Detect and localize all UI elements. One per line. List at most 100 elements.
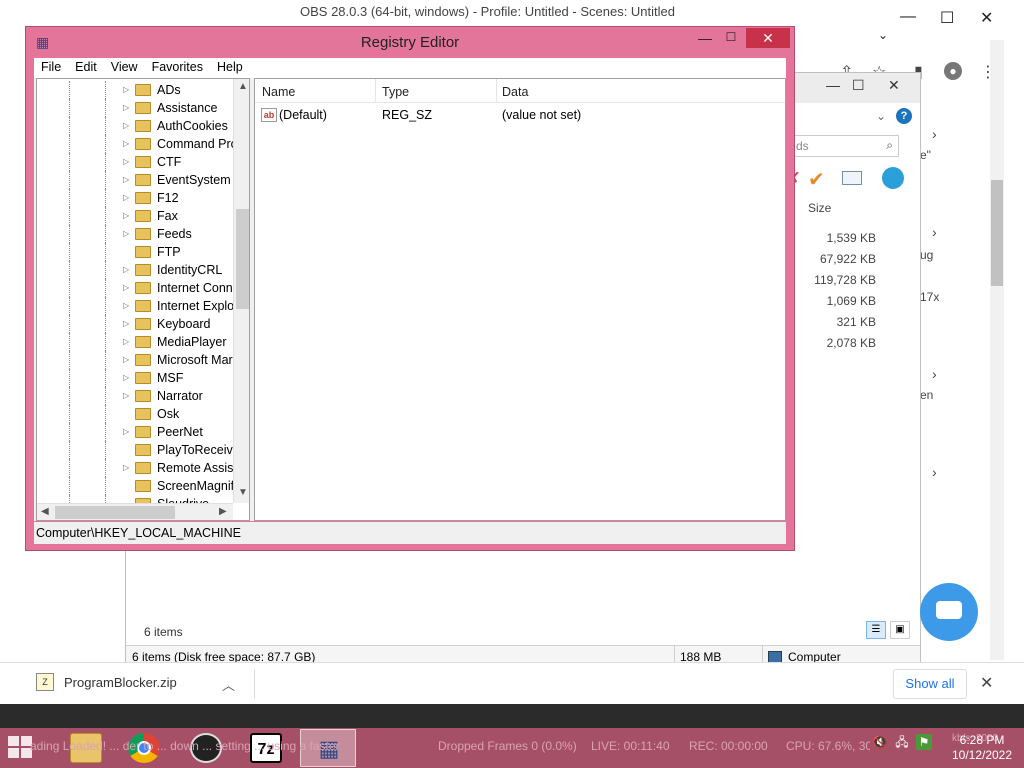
tree-guide-line [69, 81, 70, 99]
expand-arrow-icon[interactable]: ▷ [123, 157, 129, 166]
expand-arrow-icon[interactable]: ▷ [123, 229, 129, 238]
size-column-header[interactable]: Size [808, 201, 831, 215]
expand-arrow-icon[interactable]: ▷ [123, 391, 129, 400]
expand-arrow-icon[interactable]: ▷ [123, 373, 129, 382]
explorer-maximize-icon[interactable]: ☐ [852, 77, 865, 94]
tree-node[interactable]: ▷ MediaPlayer [37, 333, 235, 351]
details-view-icon[interactable]: ☰ [866, 621, 886, 639]
menu-favorites[interactable]: Favorites [145, 58, 210, 78]
globe-icon[interactable] [882, 167, 904, 189]
tree-scroll-thumb[interactable] [236, 209, 249, 309]
expand-arrow-icon[interactable]: ▷ [123, 355, 129, 364]
tree-node[interactable]: ▷ CTF [37, 153, 235, 171]
maximize-icon[interactable]: ☐ [940, 8, 954, 28]
close-button[interactable]: ✕ [746, 28, 790, 48]
profile-avatar[interactable]: ● [944, 62, 962, 80]
help-icon[interactable]: ? [896, 108, 912, 124]
scroll-left-icon[interactable]: ◀ [41, 506, 49, 517]
taskbar-clock[interactable]: 6:28 PM 10/12/2022 [944, 733, 1020, 763]
chat-button[interactable] [920, 583, 978, 641]
column-divider[interactable] [496, 79, 497, 103]
action-center-icon[interactable]: ⚑ [916, 734, 932, 750]
tree-node[interactable]: ▷ PeerNet [37, 423, 235, 441]
chevron-down-icon[interactable]: ⌄ [876, 109, 886, 123]
expand-arrow-icon[interactable]: ▷ [123, 121, 129, 130]
tree-node[interactable]: ▷ Assistance [37, 99, 235, 117]
chevron-right-icon[interactable]: › [932, 126, 937, 142]
scroll-down-icon[interactable]: ▼ [238, 487, 248, 498]
tree-node[interactable]: ▷ MSF [37, 369, 235, 387]
minimize-button[interactable]: — [692, 30, 718, 50]
tree-node[interactable]: ▷ Internet Explor [37, 297, 238, 315]
expand-arrow-icon[interactable]: ▷ [123, 175, 129, 184]
minimize-icon[interactable]: — [900, 8, 916, 26]
tree-node[interactable]: ScreenMagnifi [37, 477, 237, 495]
explorer-close-icon[interactable]: ✕ [888, 77, 900, 94]
menu-help[interactable]: Help [210, 58, 250, 78]
volume-muted-icon[interactable]: 🔇 [872, 734, 888, 750]
expand-arrow-icon[interactable]: ▷ [123, 427, 129, 436]
regedit-title-bar[interactable]: ▦ Registry Editor — ☐ ✕ [26, 27, 794, 57]
column-data[interactable]: Data [502, 85, 528, 99]
close-icon[interactable]: ✕ [980, 8, 993, 28]
expand-arrow-icon[interactable]: ▷ [123, 319, 129, 328]
column-name[interactable]: Name [262, 85, 295, 99]
expand-arrow-icon[interactable]: ▷ [123, 463, 129, 472]
expand-arrow-icon[interactable]: ▷ [123, 301, 129, 310]
chevron-up-icon[interactable]: ︿ [222, 675, 235, 694]
tree-node[interactable]: ▷ Internet Conne [37, 279, 240, 297]
maximize-button[interactable]: ☐ [718, 30, 744, 50]
menu-view[interactable]: View [104, 58, 145, 78]
explorer-minimize-icon[interactable]: — [826, 77, 840, 93]
tree-node-label: MediaPlayer [157, 335, 227, 349]
chevron-down-icon[interactable]: ⌄ [878, 28, 888, 42]
menu-file[interactable]: File [34, 58, 68, 78]
expand-arrow-icon[interactable]: ▷ [123, 103, 129, 112]
tree-node[interactable]: ▷ F12 [37, 189, 235, 207]
menu-edit[interactable]: Edit [68, 58, 104, 78]
show-all-button[interactable]: Show all [893, 669, 967, 699]
tree-node[interactable]: ▷ Command Pro [37, 135, 238, 153]
tree-node[interactable]: ▷ Keyboard [37, 315, 235, 333]
tree-node[interactable]: ▷ IdentityCRL [37, 261, 235, 279]
tree-node[interactable]: ▷ AuthCookies [37, 117, 235, 135]
tree-node[interactable]: Osk [37, 405, 235, 423]
tree-node[interactable]: ▷ Feeds [37, 225, 235, 243]
large-icons-view-icon[interactable]: ▣ [890, 621, 910, 639]
expand-arrow-icon[interactable]: ▷ [123, 211, 129, 220]
download-item[interactable]: Z ProgramBlocker.zip [36, 673, 177, 691]
value-row[interactable]: ab (Default) REG_SZ (value not set) [255, 107, 785, 125]
expand-arrow-icon[interactable]: ▷ [123, 265, 129, 274]
chevron-right-icon[interactable]: › [932, 464, 937, 480]
expand-arrow-icon[interactable]: ▷ [123, 139, 129, 148]
column-type[interactable]: Type [382, 85, 409, 99]
page-scrollbar[interactable] [990, 40, 1004, 660]
column-divider[interactable] [375, 79, 376, 103]
chevron-right-icon[interactable]: › [932, 366, 937, 382]
expand-arrow-icon[interactable]: ▷ [123, 193, 129, 202]
checkmark-icon[interactable]: ✔ [808, 167, 825, 192]
tree-node[interactable]: ▷ EventSystem [37, 171, 235, 189]
scroll-right-icon[interactable]: ▶ [219, 506, 227, 517]
tree-node[interactable]: ▷ Narrator [37, 387, 235, 405]
tree-node[interactable]: ▷ Fax [37, 207, 235, 225]
tree-vertical-scrollbar[interactable]: ▲ ▼ [233, 79, 249, 503]
close-download-bar-icon[interactable]: ✕ [980, 673, 993, 693]
tree-hscroll-thumb[interactable] [55, 506, 175, 519]
properties-icon[interactable] [842, 171, 862, 185]
tree-node[interactable]: ▷ ADs [37, 81, 235, 99]
tree-node[interactable]: FTP [37, 243, 235, 261]
expand-arrow-icon[interactable]: ▷ [123, 85, 129, 94]
page-scrollbar-thumb[interactable] [991, 180, 1003, 286]
expand-arrow-icon[interactable]: ▷ [123, 337, 129, 346]
tree-horizontal-scrollbar[interactable]: ◀ ▶ [37, 503, 233, 520]
expand-arrow-icon[interactable]: ▷ [123, 283, 129, 292]
tree-node[interactable]: ▷ Microsoft Mar [37, 351, 235, 369]
explorer-search-input[interactable]: ds ⌕ [791, 135, 899, 157]
tree-node[interactable]: ▷ Remote Assista [37, 459, 244, 477]
scroll-up-icon[interactable]: ▲ [238, 81, 248, 92]
chevron-right-icon[interactable]: › [932, 224, 937, 240]
tree-node[interactable]: PlayToReceive [37, 441, 240, 459]
network-icon[interactable]: 🖧 [894, 734, 910, 750]
search-icon[interactable]: ⌕ [886, 138, 893, 153]
